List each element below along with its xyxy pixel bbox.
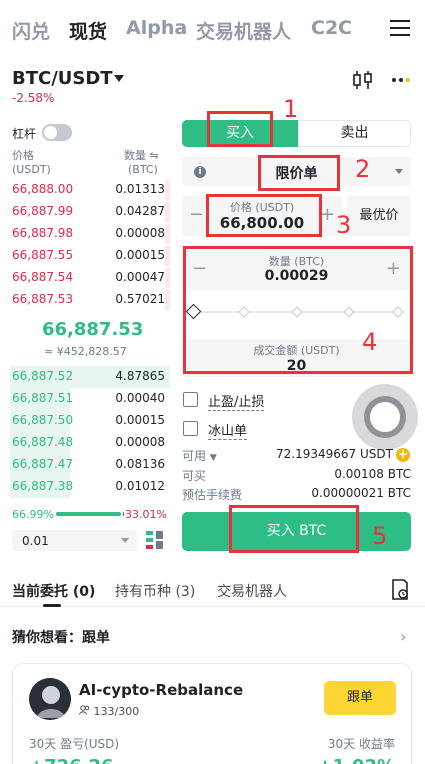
bid-row[interactable]: 66,887.51 0.00040 (0, 388, 170, 410)
trader-name: AI-cypto-Rebalance (79, 681, 244, 699)
tab-convert[interactable]: 闪兑 (12, 17, 50, 44)
price-increase-button[interactable]: + (320, 204, 335, 225)
tab-spot[interactable]: 现货 (69, 17, 107, 44)
order-type-select[interactable]: i 限价单 (182, 157, 411, 186)
avatar (29, 678, 71, 720)
follower-count: 133/300 (79, 705, 139, 718)
slider-step-75[interactable] (343, 306, 355, 318)
ob-qty-header[interactable]: 数量 ⇋ (124, 147, 159, 163)
ask-row[interactable]: 66,887.55 0.00015 (0, 245, 170, 267)
more-icon[interactable] (391, 76, 411, 84)
fee-label: 预估手续费 (182, 488, 243, 502)
annotation-number-1: 1 (283, 95, 299, 123)
slider-step-50[interactable] (291, 306, 303, 318)
price-change: -2.58% (12, 91, 55, 105)
pair-title[interactable]: BTC/USDT (12, 68, 113, 89)
can-buy-label: 可买 (182, 469, 207, 483)
order-history-icon[interactable] (390, 579, 410, 601)
tab-trading-bot[interactable]: 交易机器人 (196, 17, 291, 44)
slider-handle[interactable] (185, 303, 202, 320)
iceberg-checkbox[interactable] (183, 421, 198, 436)
floating-assist-button[interactable] (352, 384, 418, 450)
bid-row[interactable]: 66,887.38 0.01012 (0, 476, 170, 498)
ask-row[interactable]: 66,887.99 0.04287 (0, 201, 170, 223)
copy-trade-card[interactable]: AI-cypto-Rebalance 133/300 跟单 30天 盈亏(USD… (12, 663, 412, 764)
ob-qty-unit: (BTC) (128, 163, 158, 176)
sell-ratio: 33.01% (125, 508, 167, 521)
ask-row[interactable]: 66,887.54 0.00047 (0, 267, 170, 289)
leverage-label: 杠杆 (12, 127, 37, 141)
available-label[interactable]: 可用 ▼ (182, 447, 217, 464)
tpsl-checkbox[interactable] (183, 392, 198, 407)
leverage-toggle[interactable] (42, 124, 72, 141)
can-buy-value: 0.00108 BTC (334, 467, 411, 481)
last-price[interactable]: 66,887.53 (42, 319, 143, 340)
tab-holdings[interactable]: 持有币种 (3) (115, 581, 195, 601)
menu-icon[interactable] (390, 20, 410, 38)
buy-ratio-bar (56, 512, 121, 516)
quantity-label: 数量 (BTC) (268, 255, 325, 268)
tab-alpha[interactable]: Alpha (126, 17, 187, 39)
orderbook-layout-icon[interactable] (146, 531, 163, 549)
iceberg-label[interactable]: 冰山单 (208, 420, 248, 440)
buy-btc-button[interactable]: 买入 BTC (182, 512, 411, 551)
slider-step-25[interactable] (238, 306, 250, 318)
fee-value: 0.00000021 BTC (311, 486, 411, 500)
order-type-label: 限价单 (275, 166, 318, 182)
tab-open-orders[interactable]: 当前委托 (0) (12, 581, 95, 601)
chevron-down-icon (395, 169, 403, 174)
quantity-input[interactable]: − 数量 (BTC) 0.00029 + (182, 250, 411, 290)
ask-row[interactable]: 66,888.00 0.01313 (0, 179, 170, 201)
chevron-right-icon[interactable]: › (400, 627, 406, 646)
precision-select[interactable]: 0.01 (12, 530, 137, 551)
sell-ratio-bar (123, 512, 124, 516)
tpsl-label[interactable]: 止盈/止损 (208, 391, 265, 411)
bid-row[interactable]: 66,887.47 0.08136 (0, 454, 170, 476)
pnl-label: 30天 盈亏(USD) (29, 737, 120, 751)
buy-ratio: 66.99% (12, 508, 54, 521)
slider-step-100[interactable] (392, 306, 404, 318)
pnl-value: +726.26 (29, 756, 114, 764)
roi-value: +1.02% (317, 756, 395, 764)
roi-label: 30天 收益率 (327, 737, 395, 751)
orders-tabs: 当前委托 (0) 持有币种 (3) 交易机器人 (0, 573, 425, 607)
last-price-cny: ≈ ¥452,828.57 (44, 345, 127, 358)
amount-slider[interactable] (185, 303, 404, 320)
tab-c2c[interactable]: C2C (311, 17, 352, 39)
ob-price-header: 价格 (12, 149, 34, 162)
quantity-value[interactable]: 0.00029 (182, 268, 411, 284)
ask-row[interactable]: 66,887.98 0.00008 (0, 223, 170, 245)
quantity-increase-button[interactable]: + (386, 258, 401, 279)
price-input[interactable]: − 价格 (USDT) 66,800.00 + (182, 196, 342, 236)
top-nav: 闪兑 现货 Alpha 交易机器人 C2C (0, 0, 425, 60)
price-label: 价格 (USDT) (229, 201, 295, 214)
total-value[interactable]: 20 (182, 358, 411, 374)
sell-tab[interactable]: 卖出 (298, 120, 411, 147)
total-input[interactable]: 成交金额 (USDT) 20 (182, 339, 411, 377)
price-value[interactable]: 66,800.00 (182, 214, 342, 232)
bid-row[interactable]: 66,887.50 0.00015 (0, 410, 170, 432)
ob-price-unit: (USDT) (12, 163, 51, 176)
total-label: 成交金额 (USDT) (253, 344, 340, 357)
available-value: 72.19349667 USDT (276, 447, 393, 461)
chevron-down-icon[interactable] (114, 75, 124, 82)
bid-row[interactable]: 66,887.48 0.00008 (0, 432, 170, 454)
side-switch: 买入 卖出 (182, 120, 411, 148)
buy-tab[interactable]: 买入 (182, 120, 298, 147)
candlestick-chart-icon[interactable] (352, 70, 374, 90)
best-price-button[interactable]: 最优价 (347, 196, 411, 236)
follow-button[interactable]: 跟单 (324, 681, 396, 715)
recommend-title: 猜你想看：跟单 (12, 630, 110, 646)
bid-row[interactable]: 66,887.52 4.87865 (0, 366, 170, 388)
deposit-plus-icon[interactable]: + (396, 448, 410, 462)
tab-trading-bots[interactable]: 交易机器人 (217, 581, 287, 601)
ask-row[interactable]: 66,887.53 0.57021 (0, 289, 170, 311)
users-icon (79, 705, 90, 715)
